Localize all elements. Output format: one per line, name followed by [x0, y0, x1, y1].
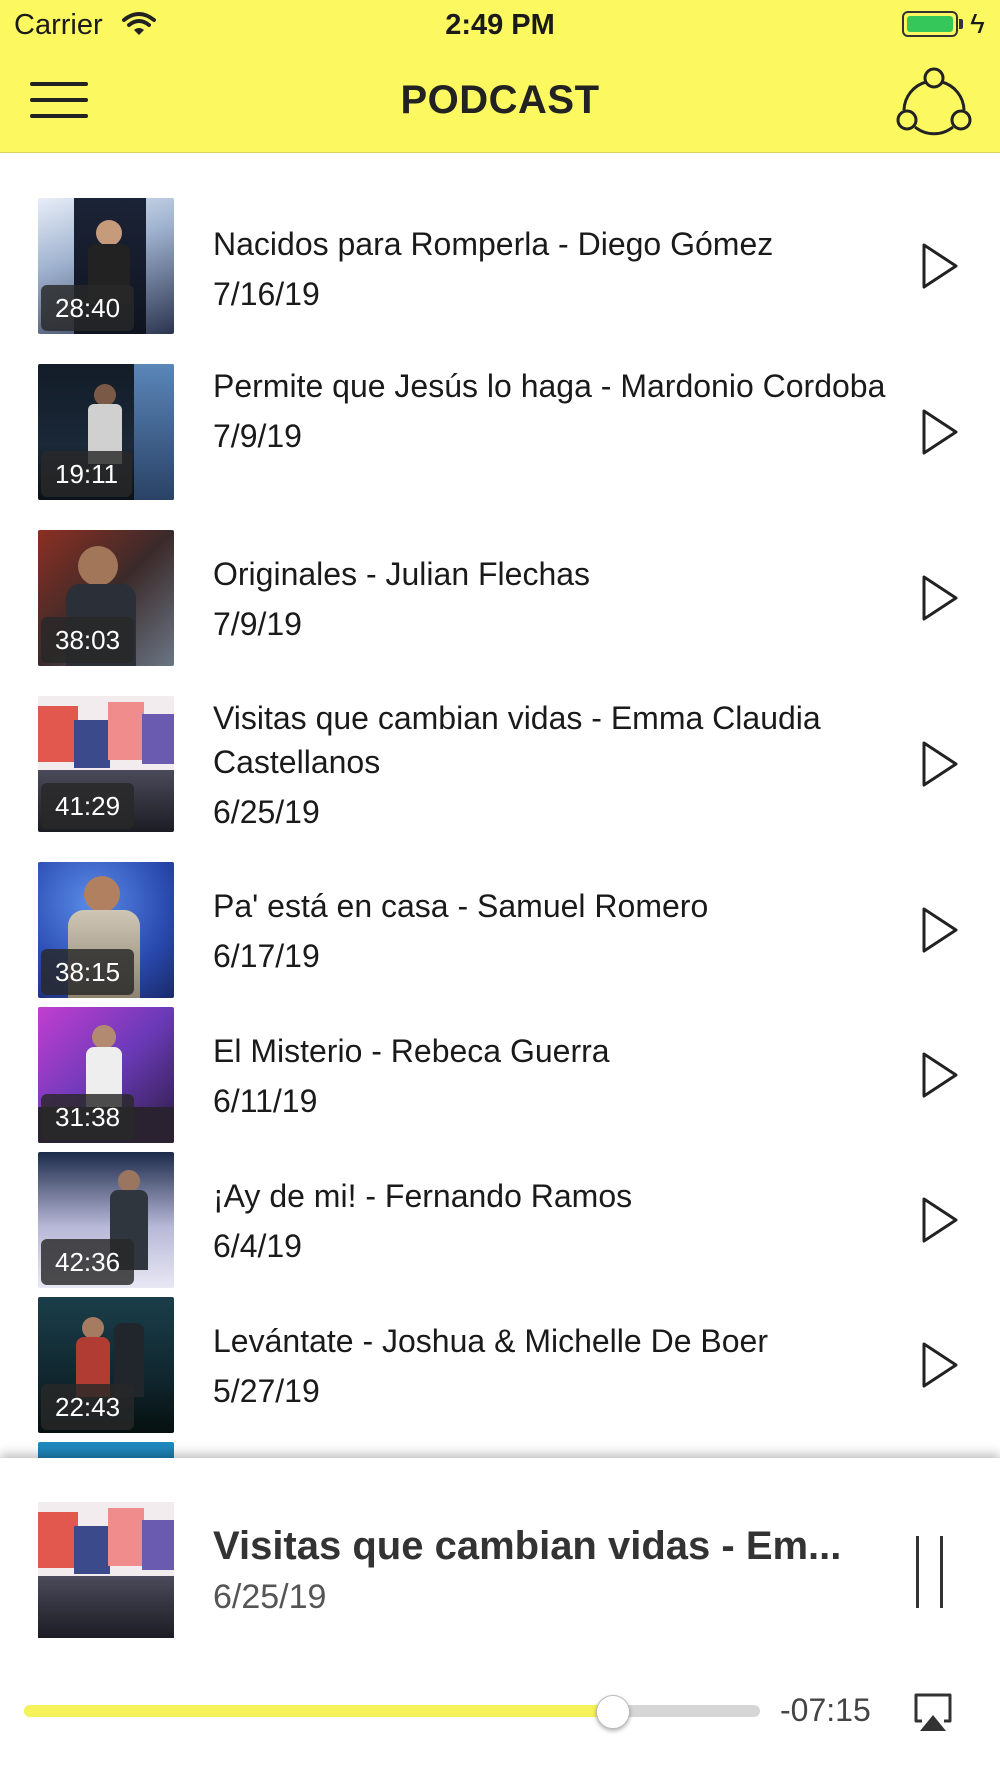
episode-thumbnail: 38:15 [38, 862, 174, 998]
duration-badge: 19:11 [41, 451, 133, 497]
episode-thumbnail [38, 1442, 174, 1458]
play-icon[interactable] [920, 574, 960, 622]
play-icon[interactable] [920, 1341, 960, 1389]
now-playing-bar: Visitas que cambian vidas - Em... 6/25/1… [0, 1458, 1000, 1778]
episode-list: 28:40 Nacidos para Romperla - Diego Góme… [0, 170, 1000, 1458]
episode-thumbnail: 22:43 [38, 1297, 174, 1433]
episode-title: Originales - Julian Flechas [213, 556, 591, 592]
duration-badge: 41:29 [41, 783, 135, 829]
duration-badge: 38:03 [41, 617, 135, 663]
episode-thumbnail: 42:36 [38, 1152, 174, 1288]
episode-date: 7/9/19 [213, 606, 302, 642]
airplay-icon[interactable] [912, 1691, 954, 1733]
episode-info: Originales - Julian Flechas 7/9/19 [213, 552, 893, 646]
episode-info: Nacidos para Romperla - Diego Gómez 7/16… [213, 222, 893, 316]
pause-icon[interactable] [912, 1536, 948, 1608]
progress-fill [24, 1705, 613, 1717]
episode-date: 7/16/19 [213, 276, 320, 312]
page-title: PODCAST [400, 78, 600, 122]
episode-info: Visitas que cambian vidas - Emma Claudia… [213, 696, 893, 834]
episode-info: Pa' está en casa - Samuel Romero 6/17/19 [213, 884, 893, 978]
episode-thumbnail: 38:03 [38, 530, 174, 666]
episode-title: Permite que Jesús lo haga - Mardonio Cor… [213, 368, 886, 404]
now-playing-date: 6/25/19 [213, 1578, 327, 1616]
episode-title: ¡Ay de mi! - Fernando Ramos [213, 1178, 633, 1214]
duration-badge: 31:38 [41, 1094, 135, 1140]
episode-date: 5/27/19 [213, 1373, 320, 1409]
play-icon[interactable] [920, 242, 960, 290]
episode-date: 6/11/19 [213, 1083, 318, 1119]
duration-badge: 22:43 [41, 1384, 135, 1430]
duration-badge: 28:40 [41, 285, 135, 331]
episode-thumbnail: 41:29 [38, 696, 174, 832]
episode-title: El Misterio - Rebeca Guerra [213, 1033, 610, 1069]
status-bar: Carrier 2:49 PM ϟ [0, 0, 1000, 50]
status-time: 2:49 PM [445, 9, 555, 41]
play-icon[interactable] [920, 408, 960, 456]
play-icon[interactable] [920, 906, 960, 954]
now-playing-title: Visitas que cambian vidas - Em... [213, 1524, 842, 1568]
episode-title: Nacidos para Romperla - Diego Gómez [213, 226, 774, 262]
episode-date: 7/9/19 [213, 418, 302, 454]
episode-info: Permite que Jesús lo haga - Mardonio Cor… [213, 364, 893, 458]
charging-icon: ϟ [970, 8, 985, 39]
duration-badge: 42:36 [41, 1239, 135, 1285]
episode-info: El Misterio - Rebeca Guerra 6/11/19 [213, 1029, 893, 1123]
play-icon[interactable] [920, 1051, 960, 1099]
battery-cap [959, 19, 963, 29]
episode-info: Levántate - Joshua & Michelle De Boer 5/… [213, 1319, 893, 1413]
episode-date: 6/25/19 [213, 794, 320, 830]
duration-badge: 38:15 [41, 949, 135, 995]
episode-info: ¡Ay de mi! - Fernando Ramos 6/4/19 [213, 1174, 893, 1268]
share-icon[interactable] [894, 64, 974, 144]
episode-date: 6/4/19 [213, 1228, 302, 1264]
battery-icon [902, 11, 958, 37]
episode-date: 6/17/19 [213, 938, 320, 974]
play-icon[interactable] [920, 740, 960, 788]
now-playing-thumbnail [38, 1502, 174, 1638]
episode-thumbnail: 31:38 [38, 1007, 174, 1143]
progress-slider[interactable] [24, 1705, 760, 1717]
episode-thumbnail: 28:40 [38, 198, 174, 334]
progress-knob[interactable] [595, 1695, 630, 1729]
app-header: Carrier 2:49 PM ϟ PODCAST [0, 0, 1000, 153]
episode-thumbnail: 19:11 [38, 364, 174, 500]
episode-title: Levántate - Joshua & Michelle De Boer [213, 1323, 768, 1359]
episode-title: Visitas que cambian vidas - Emma Claudia… [213, 700, 821, 780]
time-remaining: -07:15 [780, 1692, 871, 1728]
episode-title: Pa' está en casa - Samuel Romero [213, 888, 709, 924]
play-icon[interactable] [920, 1196, 960, 1244]
